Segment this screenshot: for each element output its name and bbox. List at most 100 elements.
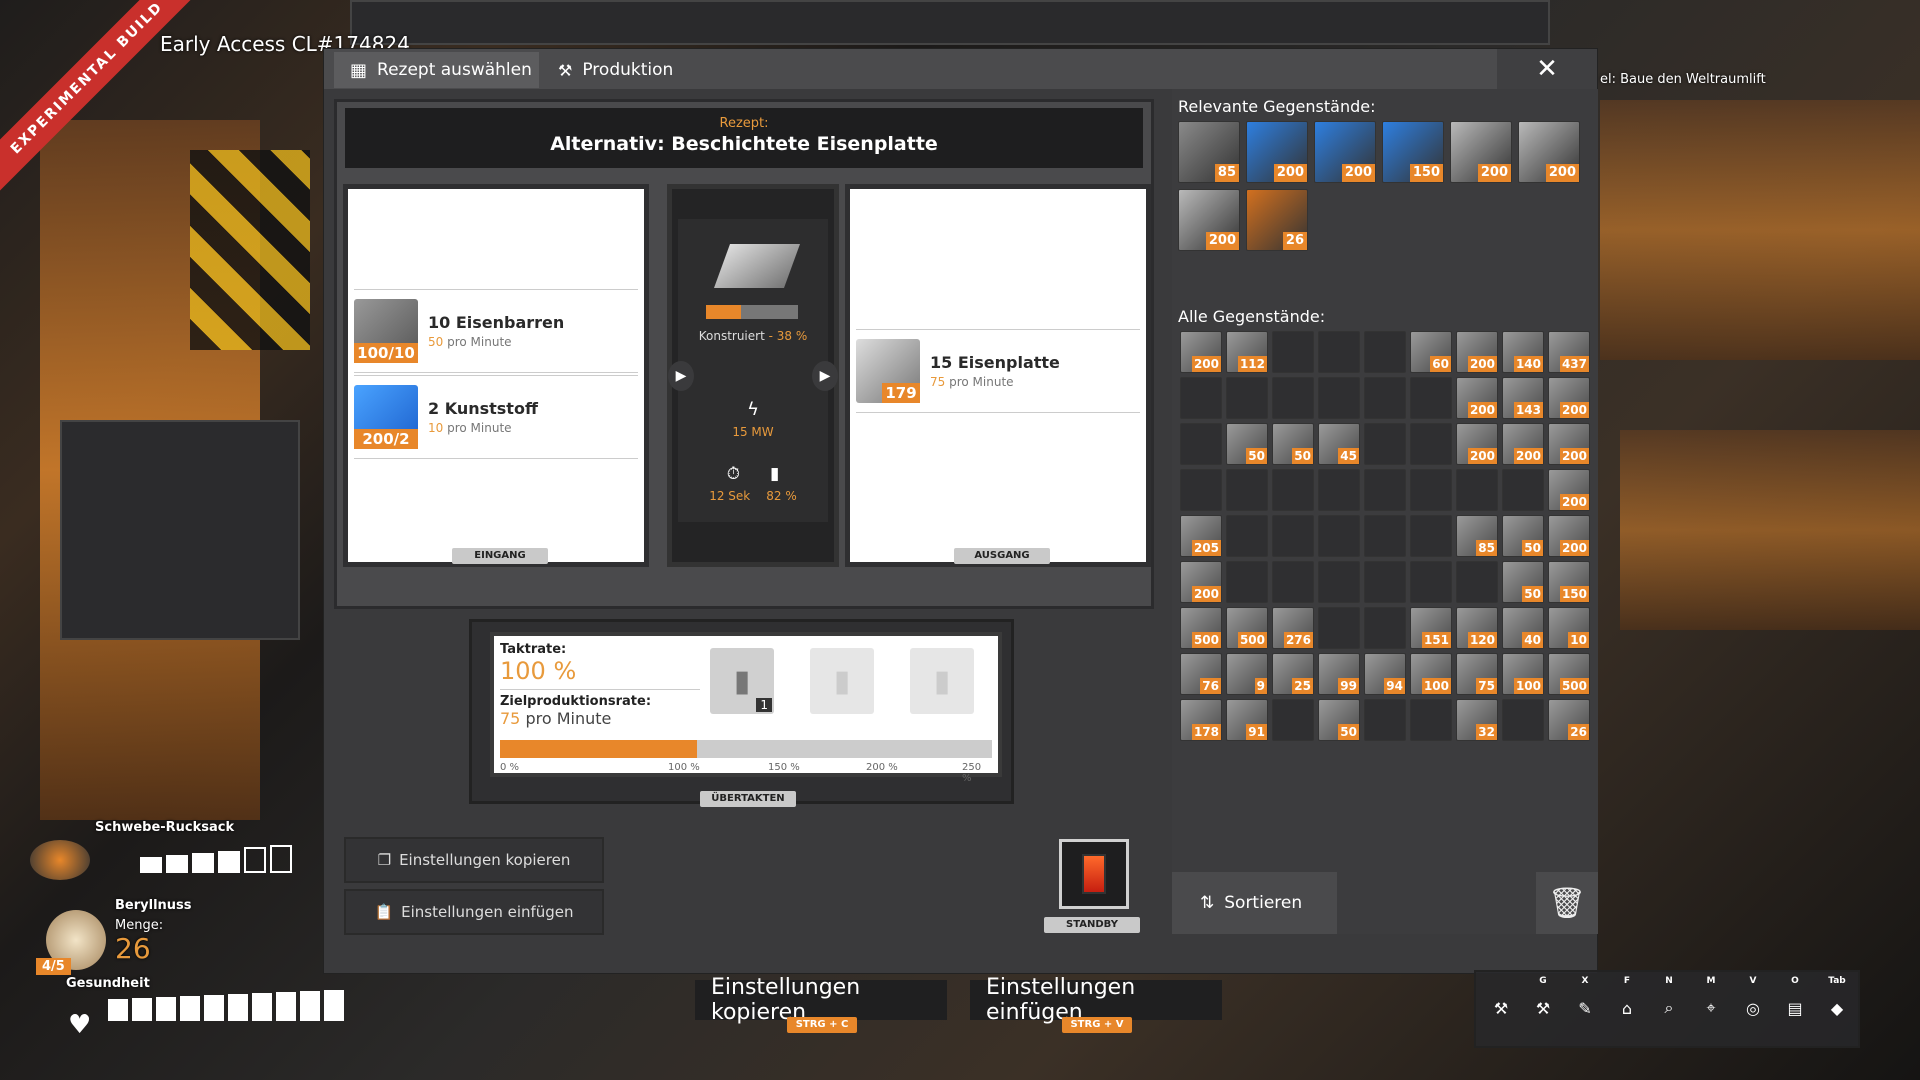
inventory-item-slot[interactable]: 200 bbox=[1456, 331, 1498, 373]
inventory-item-slot[interactable]: 100 bbox=[1410, 653, 1452, 695]
empty-inventory-slot[interactable] bbox=[1456, 469, 1498, 511]
empty-inventory-slot[interactable] bbox=[1226, 469, 1268, 511]
empty-inventory-slot[interactable] bbox=[1180, 423, 1222, 465]
input-item-row[interactable]: 200/2 2 Kunststoff 10 pro Minute bbox=[354, 375, 638, 459]
inventory-item-slot[interactable]: 120 bbox=[1456, 607, 1498, 649]
empty-inventory-slot[interactable] bbox=[1226, 561, 1268, 603]
input-item-row[interactable]: 100/10 10 Eisenbarren 50 pro Minute bbox=[354, 289, 638, 373]
inventory-item-slot[interactable]: 437 bbox=[1548, 331, 1590, 373]
inventory-item-slot[interactable]: 99 bbox=[1318, 653, 1360, 695]
inventory-item-slot[interactable]: 200 bbox=[1180, 331, 1222, 373]
relevant-item-slot[interactable]: 200 bbox=[1178, 189, 1240, 251]
inventory-item-slot[interactable]: 200 bbox=[1548, 377, 1590, 419]
empty-inventory-slot[interactable] bbox=[1272, 469, 1314, 511]
empty-inventory-slot[interactable] bbox=[1364, 469, 1406, 511]
inventory-item-slot[interactable]: 91 bbox=[1226, 699, 1268, 741]
empty-inventory-slot[interactable] bbox=[1226, 515, 1268, 557]
inventory-item-slot[interactable]: 151 bbox=[1410, 607, 1452, 649]
empty-inventory-slot[interactable] bbox=[1318, 515, 1360, 557]
empty-inventory-slot[interactable] bbox=[1364, 515, 1406, 557]
empty-inventory-slot[interactable] bbox=[1502, 699, 1544, 741]
hotbar-slot[interactable]: O ▤ bbox=[1776, 976, 1814, 1028]
paste-settings-hint[interactable]: Einstellungen einfügen bbox=[970, 975, 1222, 1025]
empty-inventory-slot[interactable] bbox=[1364, 377, 1406, 419]
power-shard-slot-empty[interactable]: ▮ bbox=[910, 648, 974, 714]
relevant-item-slot[interactable]: 150 bbox=[1382, 121, 1444, 183]
empty-inventory-slot[interactable] bbox=[1272, 377, 1314, 419]
inventory-item-slot[interactable]: 500 bbox=[1180, 607, 1222, 649]
empty-inventory-slot[interactable] bbox=[1364, 423, 1406, 465]
empty-inventory-slot[interactable] bbox=[1364, 699, 1406, 741]
inventory-item-slot[interactable]: 100 bbox=[1502, 653, 1544, 695]
inventory-item-slot[interactable]: 200 bbox=[1456, 377, 1498, 419]
hotbar-slot[interactable]: ⚒ bbox=[1482, 988, 1520, 1028]
empty-inventory-slot[interactable] bbox=[1410, 699, 1452, 741]
empty-inventory-slot[interactable] bbox=[1318, 469, 1360, 511]
inventory-item-slot[interactable]: 276 bbox=[1272, 607, 1314, 649]
empty-inventory-slot[interactable] bbox=[1272, 331, 1314, 373]
empty-inventory-slot[interactable] bbox=[1180, 469, 1222, 511]
inventory-item-slot[interactable]: 50 bbox=[1272, 423, 1314, 465]
hotbar-slot[interactable]: M ⌖ bbox=[1692, 976, 1730, 1028]
tab-select-recipe[interactable]: ▦ Rezept auswählen bbox=[334, 52, 539, 88]
paste-settings-button[interactable]: 📋 Einstellungen einfügen bbox=[344, 889, 604, 935]
empty-inventory-slot[interactable] bbox=[1410, 377, 1452, 419]
standby-switch[interactable] bbox=[1059, 839, 1129, 909]
empty-inventory-slot[interactable] bbox=[1410, 515, 1452, 557]
sort-button[interactable]: ⇅ Sortieren bbox=[1172, 872, 1337, 934]
inventory-item-slot[interactable]: 500 bbox=[1548, 653, 1590, 695]
inventory-item-slot[interactable]: 200 bbox=[1548, 515, 1590, 557]
power-shard-slot[interactable]: ▮ 1 bbox=[710, 648, 774, 714]
inventory-item-slot[interactable]: 500 bbox=[1226, 607, 1268, 649]
empty-inventory-slot[interactable] bbox=[1364, 331, 1406, 373]
empty-inventory-slot[interactable] bbox=[1272, 515, 1314, 557]
inventory-item-slot[interactable]: 75 bbox=[1456, 653, 1498, 695]
empty-inventory-slot[interactable] bbox=[1410, 469, 1452, 511]
empty-inventory-slot[interactable] bbox=[1364, 607, 1406, 649]
empty-inventory-slot[interactable] bbox=[1272, 561, 1314, 603]
empty-inventory-slot[interactable] bbox=[1364, 561, 1406, 603]
inventory-item-slot[interactable]: 32 bbox=[1456, 699, 1498, 741]
relevant-item-slot[interactable]: 85 bbox=[1178, 121, 1240, 183]
inventory-item-slot[interactable]: 200 bbox=[1548, 469, 1590, 511]
output-item-row[interactable]: 179 15 Eisenplatte 75 pro Minute bbox=[856, 329, 1140, 413]
tab-production[interactable]: ⚒ Produktion bbox=[542, 52, 762, 88]
inventory-item-slot[interactable]: 85 bbox=[1456, 515, 1498, 557]
inventory-item-slot[interactable]: 10 bbox=[1548, 607, 1590, 649]
empty-inventory-slot[interactable] bbox=[1410, 561, 1452, 603]
empty-inventory-slot[interactable] bbox=[1226, 377, 1268, 419]
relevant-item-slot[interactable]: 26 bbox=[1246, 189, 1308, 251]
inventory-item-slot[interactable]: 40 bbox=[1502, 607, 1544, 649]
empty-inventory-slot[interactable] bbox=[1502, 469, 1544, 511]
relevant-item-slot[interactable]: 200 bbox=[1450, 121, 1512, 183]
inventory-item-slot[interactable]: 94 bbox=[1364, 653, 1406, 695]
inventory-item-slot[interactable]: 205 bbox=[1180, 515, 1222, 557]
empty-inventory-slot[interactable] bbox=[1318, 377, 1360, 419]
relevant-item-slot[interactable]: 200 bbox=[1518, 121, 1580, 183]
inventory-item-slot[interactable]: 50 bbox=[1318, 699, 1360, 741]
inventory-item-slot[interactable]: 76 bbox=[1180, 653, 1222, 695]
inventory-item-slot[interactable]: 26 bbox=[1548, 699, 1590, 741]
clock-value[interactable]: 100 % bbox=[500, 657, 700, 685]
inventory-item-slot[interactable]: 25 bbox=[1272, 653, 1314, 695]
target-rate[interactable]: 75 pro Minute bbox=[500, 709, 700, 728]
empty-inventory-slot[interactable] bbox=[1318, 561, 1360, 603]
inventory-item-slot[interactable]: 112 bbox=[1226, 331, 1268, 373]
inventory-item-slot[interactable]: 50 bbox=[1502, 561, 1544, 603]
inventory-item-slot[interactable]: 50 bbox=[1502, 515, 1544, 557]
close-button[interactable]: ✕ bbox=[1497, 49, 1597, 89]
empty-inventory-slot[interactable] bbox=[1180, 377, 1222, 419]
hotbar-slot[interactable]: Tab ◆ bbox=[1818, 976, 1856, 1028]
inventory-item-slot[interactable]: 200 bbox=[1180, 561, 1222, 603]
inventory-item-slot[interactable]: 178 bbox=[1180, 699, 1222, 741]
empty-inventory-slot[interactable] bbox=[1410, 423, 1452, 465]
hotbar-slot[interactable]: X ✎ bbox=[1566, 976, 1604, 1028]
inventory-item-slot[interactable]: 143 bbox=[1502, 377, 1544, 419]
power-shard-slot-empty[interactable]: ▮ bbox=[810, 648, 874, 714]
inventory-item-slot[interactable]: 150 bbox=[1548, 561, 1590, 603]
empty-inventory-slot[interactable] bbox=[1272, 699, 1314, 741]
inventory-item-slot[interactable]: 140 bbox=[1502, 331, 1544, 373]
inventory-item-slot[interactable]: 60 bbox=[1410, 331, 1452, 373]
inventory-item-slot[interactable]: 200 bbox=[1456, 423, 1498, 465]
empty-inventory-slot[interactable] bbox=[1318, 607, 1360, 649]
